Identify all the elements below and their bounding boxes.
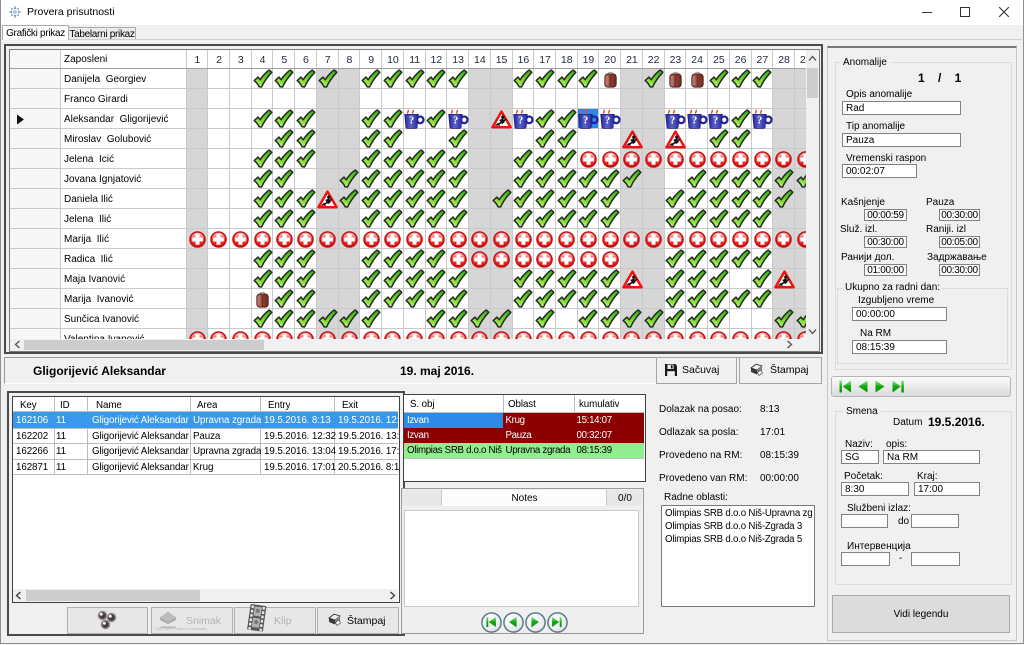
svg-text:?: ? [692, 116, 697, 127]
svg-text:?: ? [583, 116, 588, 127]
svg-text:?: ? [409, 116, 414, 127]
svg-text:?: ? [518, 116, 523, 127]
svg-text:?: ? [605, 116, 610, 127]
svg-text:?: ? [670, 116, 675, 127]
svg-text:?: ? [757, 116, 762, 127]
svg-text:?: ? [453, 116, 458, 127]
svg-text:?: ? [713, 116, 718, 127]
